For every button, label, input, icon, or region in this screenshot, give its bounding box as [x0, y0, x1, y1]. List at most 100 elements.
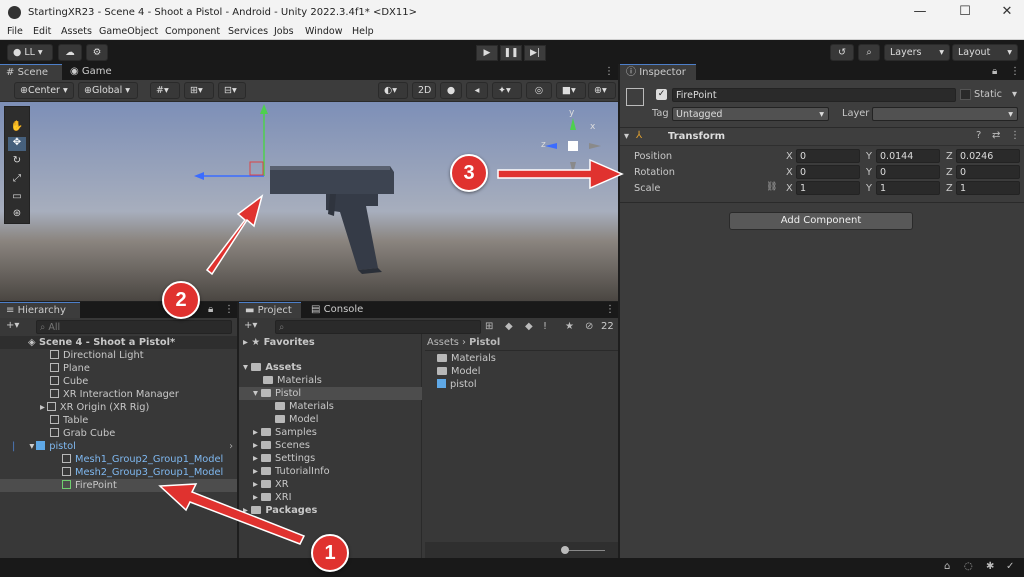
- add-icon[interactable]: +▾: [6, 320, 19, 331]
- lock-icon[interactable]: 🔒︎: [992, 66, 997, 77]
- close-button[interactable]: ✕: [992, 4, 1022, 22]
- rect-tool-icon[interactable]: ▭: [8, 191, 26, 205]
- more-options-icon[interactable]: ⋮: [1010, 66, 1020, 77]
- warning-icon[interactable]: !: [543, 321, 547, 332]
- scale-x-field[interactable]: 1: [796, 181, 860, 195]
- debug-icon[interactable]: ✱: [986, 561, 994, 572]
- lighting-icon[interactable]: ●: [440, 82, 462, 99]
- history-icon[interactable]: ↺: [830, 44, 854, 61]
- mode-2d-button[interactable]: 2D: [412, 82, 436, 99]
- list-item[interactable]: XR Interaction Manager: [50, 388, 179, 401]
- audio-icon[interactable]: ◂: [466, 82, 488, 99]
- list-item[interactable]: Materials: [437, 352, 496, 365]
- grid-snap-icon[interactable]: #▾: [150, 82, 180, 99]
- chevron-right-icon[interactable]: ›: [229, 440, 233, 453]
- camera-icon[interactable]: ■▾: [556, 82, 586, 99]
- hand-tool-icon[interactable]: ✋: [8, 121, 26, 135]
- more-options-icon[interactable]: ⋮: [604, 66, 614, 77]
- scale-z-field[interactable]: 1: [956, 181, 1020, 195]
- chevron-down-icon[interactable]: ▾: [29, 441, 34, 452]
- tree-item[interactable]: ▸ TutorialInfo: [253, 465, 330, 478]
- list-item[interactable]: Plane: [50, 362, 90, 375]
- gizmos-icon[interactable]: ⊕▾: [588, 82, 616, 99]
- tree-favorites[interactable]: ▸ ★ Favorites: [243, 336, 315, 349]
- label-filter-icon[interactable]: ◆: [525, 321, 533, 332]
- position-x-field[interactable]: 0: [796, 149, 860, 163]
- lock-icon[interactable]: 🔒︎: [208, 304, 213, 315]
- shading-mode-icon[interactable]: ◐▾: [378, 82, 408, 99]
- tab-console[interactable]: ▤ Console: [305, 302, 373, 318]
- scale-y-field[interactable]: 1: [876, 181, 940, 195]
- increment-snap-icon[interactable]: ⊞▾: [184, 82, 214, 99]
- breadcrumb-pistol[interactable]: Pistol: [469, 337, 500, 348]
- list-item[interactable]: Directional Light: [50, 349, 144, 362]
- rotation-x-field[interactable]: 0: [796, 165, 860, 179]
- list-item[interactable]: Mesh2_Group3_Group1_Model: [62, 466, 223, 479]
- space-dropdown[interactable]: ⊕Global ▾: [78, 82, 138, 99]
- pause-button[interactable]: ❚❚: [500, 45, 522, 61]
- tree-packages[interactable]: ▸ Packages: [243, 504, 317, 517]
- pivot-dropdown[interactable]: ⊕Center ▾: [14, 82, 74, 99]
- menu-window[interactable]: Window: [305, 26, 342, 37]
- zoom-slider-handle[interactable]: [561, 546, 569, 554]
- list-item[interactable]: Mesh1_Group2_Group1_Model: [62, 453, 223, 466]
- add-component-button[interactable]: Add Component: [729, 212, 913, 230]
- settings-icon[interactable]: ⚙: [86, 44, 108, 61]
- visibility-icon[interactable]: ◎: [526, 82, 552, 99]
- tag-dropdown[interactable]: Untagged ▾: [672, 107, 829, 121]
- transform-header[interactable]: ▾ ⅄ Transform ? ⇄ ⋮: [620, 128, 1024, 146]
- zoom-slider-track[interactable]: [563, 550, 605, 551]
- active-checkbox[interactable]: ✓: [656, 89, 667, 100]
- maximize-button[interactable]: ☐: [950, 4, 980, 22]
- static-checkbox[interactable]: [960, 89, 971, 100]
- layout-dropdown[interactable]: Layout ▾: [952, 44, 1018, 61]
- add-icon[interactable]: +▾: [244, 320, 257, 331]
- tab-scene[interactable]: # Scene: [0, 64, 62, 80]
- tree-item[interactable]: ▸ XRI: [253, 491, 291, 504]
- tree-item[interactable]: ▸ Scenes: [253, 439, 310, 452]
- list-item-firepoint[interactable]: FirePoint: [0, 479, 237, 492]
- scene-viewport[interactable]: y z x ✋ ✥ ↻ ⤢ ▭ ⊛: [0, 102, 618, 301]
- menu-edit[interactable]: Edit: [33, 26, 51, 37]
- project-search-input[interactable]: ⌕: [275, 320, 481, 334]
- snap-settings-icon[interactable]: ⊟▾: [218, 82, 246, 99]
- network-icon[interactable]: ⌂: [944, 561, 950, 572]
- search-filter-icon[interactable]: ⊞: [485, 321, 493, 332]
- tree-item[interactable]: ▸ XR: [253, 478, 289, 491]
- type-filter-icon[interactable]: ◆: [505, 321, 513, 332]
- menu-jobs[interactable]: Jobs: [274, 26, 294, 37]
- list-item-pistol[interactable]: | ▾ pistol ›: [12, 440, 237, 453]
- effects-icon[interactable]: ✦▾: [492, 82, 522, 99]
- step-button[interactable]: ▶|: [524, 45, 546, 61]
- rotation-y-field[interactable]: 0: [876, 165, 940, 179]
- chevron-down-icon[interactable]: ▾: [1012, 89, 1017, 100]
- account-button[interactable]: ● LL ▾: [7, 44, 53, 61]
- cloud-icon[interactable]: ☁: [58, 44, 82, 61]
- rotate-tool-icon[interactable]: ↻: [8, 155, 26, 169]
- list-item[interactable]: Model: [437, 365, 480, 378]
- play-button[interactable]: ▶: [476, 45, 498, 61]
- link-icon[interactable]: ⛓: [766, 182, 777, 192]
- hierarchy-search-input[interactable]: ⌕ All: [36, 320, 232, 334]
- scale-tool-icon[interactable]: ⤢: [8, 173, 26, 187]
- move-tool-icon[interactable]: ✥: [8, 137, 26, 151]
- layers-dropdown[interactable]: Layers ▾: [884, 44, 950, 61]
- minimize-button[interactable]: —: [905, 4, 935, 22]
- tab-inspector[interactable]: ⓘ Inspector: [620, 64, 696, 80]
- help-icon[interactable]: ?: [976, 130, 981, 141]
- chevron-down-icon[interactable]: ▾: [624, 131, 629, 142]
- menu-gameobject[interactable]: GameObject: [99, 26, 158, 37]
- search-icon[interactable]: ⌕: [858, 44, 880, 61]
- menu-assets[interactable]: Assets: [61, 26, 92, 37]
- hidden-packages-icon[interactable]: ⊘: [585, 321, 593, 332]
- tree-item[interactable]: Materials: [263, 374, 322, 387]
- tree-item[interactable]: Model: [275, 413, 318, 426]
- chevron-right-icon[interactable]: ▸: [40, 402, 45, 413]
- preset-icon[interactable]: ⇄: [992, 130, 1000, 141]
- tab-game[interactable]: ◉ Game: [64, 64, 124, 80]
- scene-root-row[interactable]: ◈ Scene 4 - Shoot a Pistol*: [0, 336, 237, 349]
- menu-services[interactable]: Services: [228, 26, 268, 37]
- menu-help[interactable]: Help: [352, 26, 374, 37]
- list-item[interactable]: Cube: [50, 375, 88, 388]
- tree-item[interactable]: ▸ Settings: [253, 452, 315, 465]
